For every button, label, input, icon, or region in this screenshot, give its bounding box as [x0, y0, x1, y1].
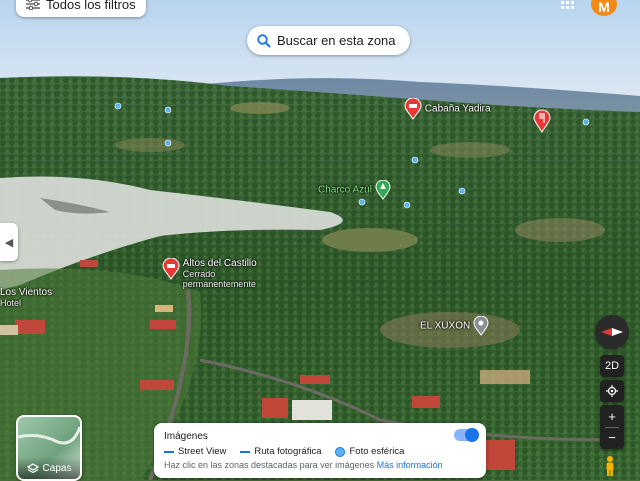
place-label: Charco Azul	[318, 184, 372, 196]
imagery-legend-panel: Imágenes Street View Ruta fotográfica Fo…	[154, 423, 486, 478]
restaurant-pin-icon[interactable]	[533, 109, 551, 133]
my-location-button[interactable]	[600, 380, 624, 402]
photo-path-label: Ruta fotográfica	[254, 446, 322, 457]
place-status: Cerrado permanentemente	[182, 269, 256, 289]
place-label: Altos del Castillo	[182, 258, 257, 269]
layers-button[interactable]: Capas	[16, 415, 82, 481]
place-los-vientos[interactable]: Los Vientos Hotel	[0, 287, 52, 308]
layers-label-bar: Capas	[18, 457, 80, 479]
avatar-initial: M	[598, 0, 610, 15]
pegman-street-view-icon[interactable]	[603, 455, 617, 477]
layers-stack-icon	[26, 463, 39, 473]
street-view-label: Street View	[178, 446, 227, 457]
place-charco-azul[interactable]: Charco Azul	[318, 179, 391, 200]
compass-control[interactable]	[595, 315, 629, 349]
collapse-side-panel-button[interactable]: ◀	[0, 223, 18, 261]
charco-azul-pool	[322, 228, 418, 252]
photo-sphere-dot-icon	[335, 446, 346, 457]
place-cabana-yadira[interactable]: Cabaña Yadira	[404, 97, 491, 120]
street-view-legend: Street View	[164, 446, 226, 457]
zoom-in-button[interactable]: +	[608, 407, 616, 427]
hotel-pin-icon	[404, 97, 422, 120]
more-info-link[interactable]: Más información	[377, 460, 443, 470]
hotel-pin-icon	[162, 257, 180, 280]
toggle-2d-button[interactable]: 2D	[600, 355, 624, 377]
place-label: Cabaña Yadira	[424, 103, 491, 115]
place-type: Hotel	[0, 298, 22, 308]
layers-label: Capas	[42, 462, 72, 474]
imagery-title: Imágenes	[164, 431, 208, 442]
compass-needle-icon	[601, 328, 623, 336]
toggle-2d-label: 2D	[604, 360, 620, 372]
imagery-hint: Haz clic en las zonas destacadas para ve…	[164, 460, 443, 470]
zoom-controls: + −	[600, 405, 624, 449]
imagery-hint-text: Haz clic en las zonas destacadas para ve…	[164, 460, 375, 470]
photo-sphere-legend: Foto esférica	[335, 446, 404, 457]
place-pin-icon	[473, 315, 489, 336]
search-icon	[257, 33, 271, 48]
all-filters-button[interactable]: Todos los filtros	[16, 0, 146, 17]
search-this-area-label: Buscar en esta zona	[277, 33, 396, 48]
place-altos-del-castillo[interactable]: Altos del Castillo Cerrado permanentemen…	[162, 257, 263, 290]
place-el-xuxon[interactable]: EL XUXON	[420, 315, 489, 336]
layers-map-thumbnail	[18, 426, 80, 445]
nature-pin-icon	[375, 179, 391, 200]
photo-sphere-label: Foto esférica	[349, 446, 405, 457]
place-label: EL XUXON	[420, 320, 471, 332]
photo-path-dashed-icon	[240, 450, 251, 453]
all-filters-label: Todos los filtros	[46, 0, 136, 12]
search-this-area-button[interactable]: Buscar en esta zona	[247, 26, 410, 55]
imagery-toggle-switch[interactable]	[454, 428, 479, 442]
chevron-left-icon: ◀	[4, 236, 14, 249]
place-label: Los Vientos	[0, 287, 53, 298]
filter-sliders-icon	[26, 0, 40, 10]
google-apps-grid-icon[interactable]	[560, 0, 576, 10]
street-view-line-icon	[164, 450, 174, 453]
photo-path-legend: Ruta fotográfica	[240, 446, 321, 457]
map-3d-terrain[interactable]	[0, 0, 640, 480]
crosshair-icon	[606, 385, 618, 397]
zoom-out-button[interactable]: −	[608, 428, 616, 448]
